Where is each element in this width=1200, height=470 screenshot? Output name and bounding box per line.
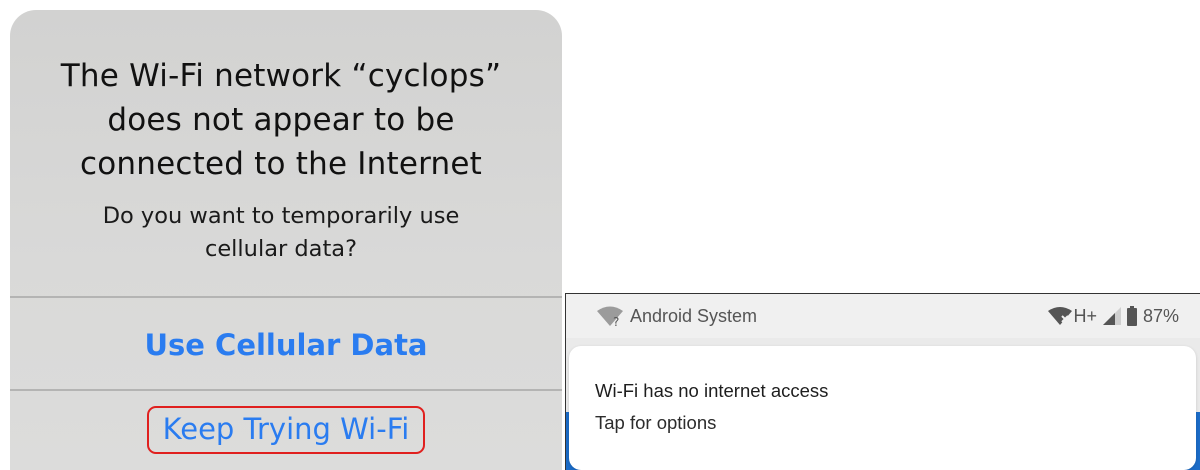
svg-text:?: ? [613, 315, 619, 327]
android-notification-panel: ? Android System H+ 87% Wi-Fi has no int… [565, 293, 1200, 470]
wifi-question-icon: ? [597, 306, 623, 327]
status-app-label: ? Android System [596, 304, 757, 328]
alert-message-line: Do you want to temporarily use [102, 203, 460, 229]
wifi-notification-card[interactable]: Wi-Fi has no internet access Tap for opt… [569, 346, 1196, 470]
alert-title-line: does not appear to be [107, 102, 455, 138]
use-cellular-data-label: Use Cellular Data [144, 328, 428, 362]
notification-text: Tap for options [595, 412, 717, 433]
ios-alert-backdrop: The Wi-Fi network “cyclops” does not app… [0, 0, 562, 470]
red-highlight-box: Keep Trying Wi-Fi [146, 406, 426, 454]
network-type-label: H+ [1073, 305, 1097, 326]
notification-title: Wi-Fi has no internet access [595, 380, 829, 401]
use-cellular-data-button[interactable]: Use Cellular Data [10, 328, 562, 362]
screenshot-collage: The Wi-Fi network “cyclops” does not app… [0, 0, 1200, 470]
alert-message: Do you want to temporarily use cellular … [10, 200, 552, 266]
status-app-name: Android System [630, 305, 758, 326]
keep-trying-wifi-label: Keep Trying Wi-Fi [162, 412, 410, 446]
alert-title-line: The Wi-Fi network “cyclops” [60, 58, 502, 94]
alert-divider [10, 296, 562, 298]
wifi-no-internet-icon [1048, 307, 1073, 325]
battery-percent: 87% [1142, 305, 1179, 326]
ios-wifi-alert: The Wi-Fi network “cyclops” does not app… [10, 10, 562, 470]
battery-icon [1126, 306, 1137, 326]
alert-title-line: connected to the Internet [80, 146, 482, 182]
status-indicators: H+ 87% [1047, 304, 1179, 328]
keep-trying-wifi-button[interactable]: Keep Trying Wi-Fi [10, 406, 562, 454]
android-status-bar: ? Android System H+ 87% [566, 294, 1200, 338]
cell-signal-icon [1102, 307, 1121, 325]
alert-divider [10, 389, 562, 391]
alert-message-line: cellular data? [204, 236, 358, 262]
alert-title: The Wi-Fi network “cyclops” does not app… [10, 54, 552, 186]
